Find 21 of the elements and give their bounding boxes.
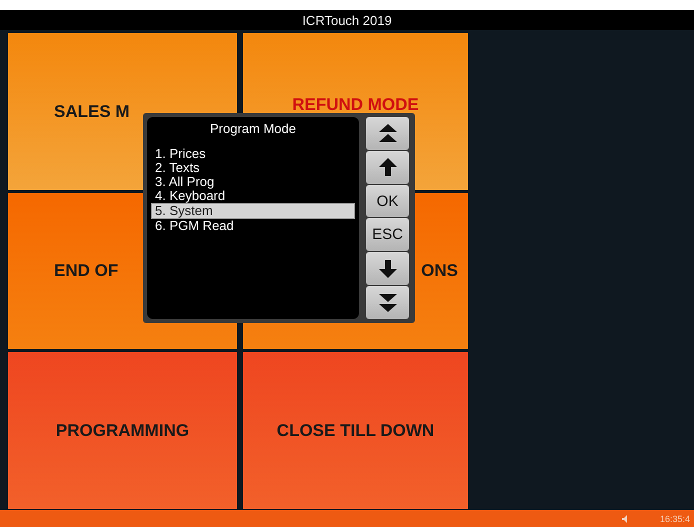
tile-label: ONS [421,261,458,281]
dialog-button[interactable]: OK [366,184,409,218]
clock-time: 16:35:4 [660,514,690,524]
bottom-button[interactable] [366,286,409,319]
top-button[interactable] [366,117,409,150]
menu-tile[interactable]: CLOSE TILL DOWN [243,352,468,509]
tile-label: CLOSE TILL DOWN [276,420,434,440]
double-down-arrow-icon [378,292,398,313]
list-item[interactable]: 5. System [151,203,355,219]
tile-label: SALES M [54,102,130,122]
window-title: ICRTouch 2019 [302,12,392,28]
down-button[interactable] [366,252,409,286]
tile-label: REFUND MODE [292,95,419,115]
up-button[interactable] [366,150,409,184]
tile-label: END OF [54,261,118,281]
double-up-arrow-icon [378,123,398,144]
dialog-button[interactable]: ESC [366,218,409,252]
menu-tile[interactable]: PROGRAMMING [8,352,237,509]
tile-label: PROGRAMMING [56,420,190,440]
down-arrow-icon [378,258,396,279]
up-arrow-icon [378,157,396,178]
